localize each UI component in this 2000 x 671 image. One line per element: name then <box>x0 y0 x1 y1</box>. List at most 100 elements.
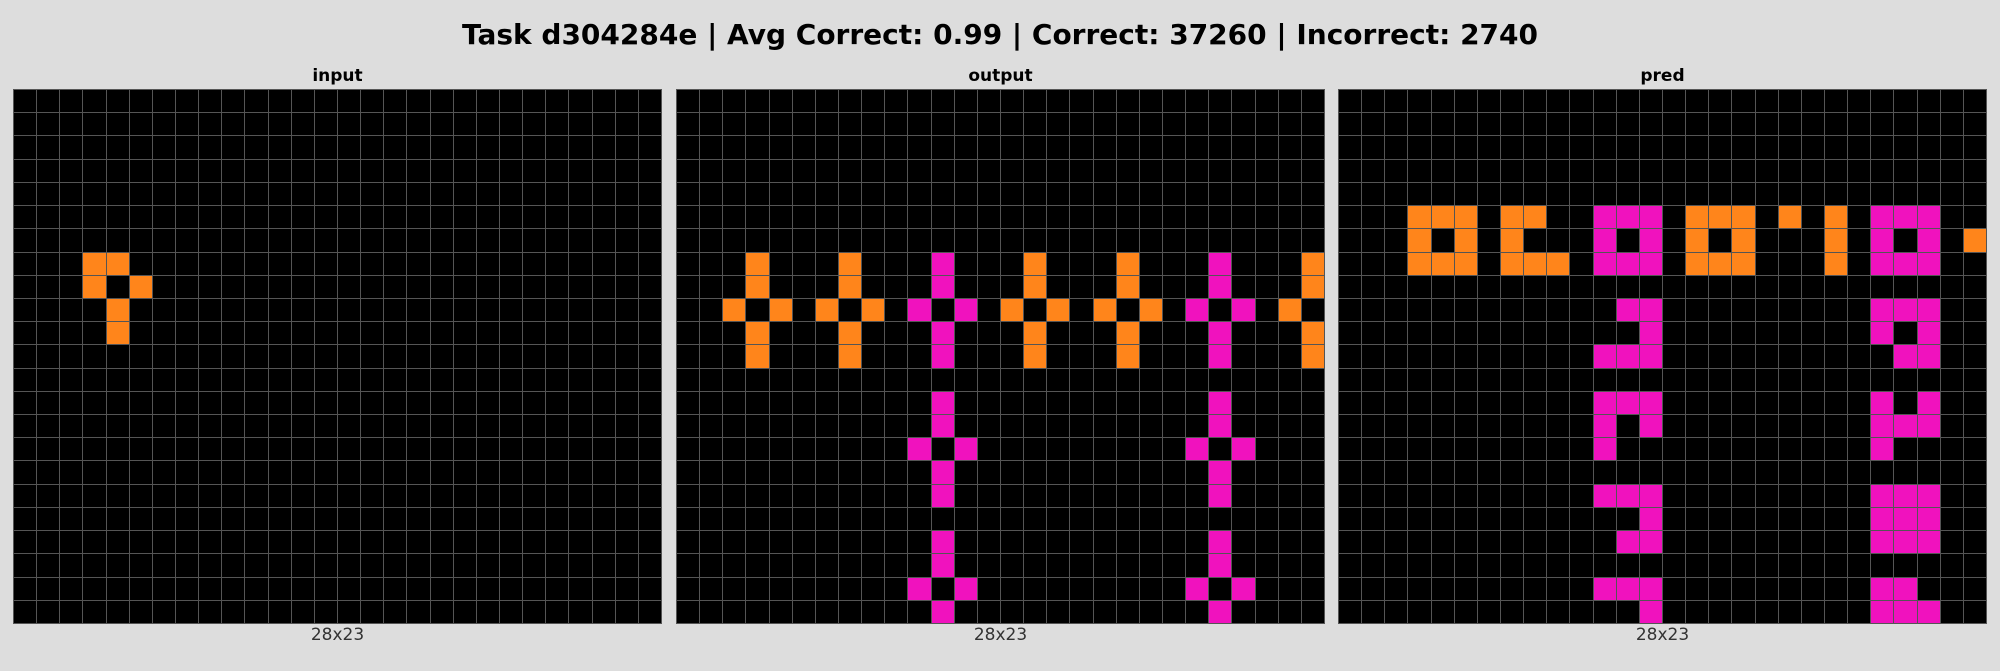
pred-cell <box>1686 252 1709 275</box>
input-cell <box>453 438 476 461</box>
input-cell <box>615 322 638 345</box>
output-cell <box>977 415 1000 438</box>
output-cell <box>1162 90 1186 113</box>
input-cell <box>499 415 523 438</box>
input-cell <box>245 136 268 159</box>
input-cell <box>268 554 291 577</box>
input-cell <box>361 507 384 531</box>
output-cell <box>1186 507 1209 531</box>
output-cell <box>1301 391 1324 415</box>
pred-cell <box>1570 554 1593 577</box>
pred-cell <box>1917 252 1940 275</box>
output-cell <box>1070 391 1093 415</box>
output-cell <box>1047 461 1070 484</box>
output-cell <box>1162 484 1186 507</box>
pred-cell <box>1339 206 1362 229</box>
output-cell <box>954 484 977 507</box>
pred-cell <box>1848 461 1871 484</box>
input-cell <box>199 461 222 484</box>
output-cell <box>1162 600 1186 623</box>
pred-cell <box>1431 322 1454 345</box>
input-cell <box>106 275 129 298</box>
input-cell <box>337 229 361 252</box>
pred-cell <box>1894 275 1917 298</box>
input-cell <box>546 206 569 229</box>
output-cell <box>1000 415 1024 438</box>
input-cell <box>60 577 83 600</box>
input-cell <box>129 577 152 600</box>
input-cell <box>106 577 129 600</box>
output-cell <box>1047 368 1070 391</box>
input-cell <box>453 554 476 577</box>
input-cell <box>384 461 407 484</box>
pred-cell <box>1894 298 1917 322</box>
output-cell <box>1070 252 1093 275</box>
output-cell <box>977 554 1000 577</box>
output-cell <box>1301 554 1324 577</box>
pred-cell <box>1662 90 1686 113</box>
input-cell <box>430 391 453 415</box>
input-cell <box>268 577 291 600</box>
input-cell <box>83 252 106 275</box>
pred-cell <box>1616 461 1639 484</box>
output-cell <box>815 252 838 275</box>
output-cell <box>792 136 815 159</box>
output-cell <box>1209 136 1232 159</box>
input-cell <box>476 484 499 507</box>
output-cell <box>1301 577 1324 600</box>
input-cell <box>453 322 476 345</box>
input-cell <box>268 229 291 252</box>
pred-cell <box>1500 531 1524 554</box>
input-cell <box>361 484 384 507</box>
input-cell <box>430 159 453 182</box>
output-cell <box>677 206 700 229</box>
output-cell <box>1301 206 1324 229</box>
output-cell <box>931 159 954 182</box>
output-cell <box>677 391 700 415</box>
output-cell <box>1139 577 1162 600</box>
output-cell <box>1024 391 1047 415</box>
input-cell <box>314 368 337 391</box>
output-cell <box>1255 252 1278 275</box>
input-cell <box>129 484 152 507</box>
input-cell <box>268 322 291 345</box>
pred-cell <box>1894 345 1917 368</box>
input-cell <box>60 438 83 461</box>
pred-cell <box>1524 600 1547 623</box>
output-cell <box>1255 90 1278 113</box>
input-cell <box>546 461 569 484</box>
input-cell <box>37 322 60 345</box>
output-cell <box>977 90 1000 113</box>
output-cell <box>792 206 815 229</box>
output-cell <box>1186 554 1209 577</box>
input-cell <box>592 159 615 182</box>
input-cell <box>37 391 60 415</box>
input-cell <box>199 415 222 438</box>
output-cell <box>1116 113 1139 136</box>
input-cell <box>268 415 291 438</box>
pred-cell <box>1339 182 1362 206</box>
input-cell <box>60 531 83 554</box>
input-cell <box>430 577 453 600</box>
output-cell <box>1047 229 1070 252</box>
input-cell <box>83 206 106 229</box>
pred-cell <box>1940 461 1963 484</box>
input-cell <box>83 136 106 159</box>
pred-cell <box>1963 368 1986 391</box>
pred-cell <box>1662 600 1686 623</box>
output-cell <box>1301 275 1324 298</box>
pred-cell <box>1662 182 1686 206</box>
pred-cell <box>1686 159 1709 182</box>
output-cell <box>1232 229 1255 252</box>
input-cell <box>14 507 37 531</box>
output-cell <box>1301 345 1324 368</box>
input-cell <box>175 531 199 554</box>
output-cell <box>700 229 723 252</box>
pred-cell <box>1801 415 1824 438</box>
pred-cell <box>1454 113 1477 136</box>
pred-cell <box>1454 554 1477 577</box>
output-cell <box>1000 461 1024 484</box>
output-cell <box>1209 461 1232 484</box>
input-cell <box>314 298 337 322</box>
pred-cell <box>1547 600 1570 623</box>
